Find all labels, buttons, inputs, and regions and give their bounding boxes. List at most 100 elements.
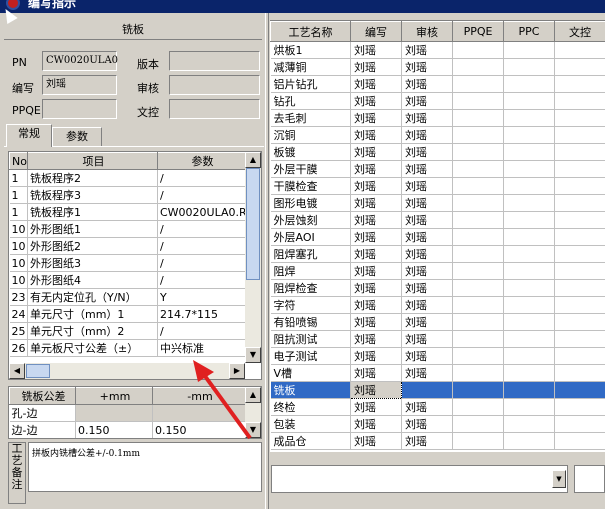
version-field[interactable] [169, 51, 260, 71]
process-cell[interactable] [452, 296, 504, 314]
process-cell[interactable] [452, 211, 504, 229]
process-cell[interactable] [452, 279, 504, 297]
table-row[interactable]: 25 单元尺寸（mm）2/ [9, 322, 246, 340]
process-cell[interactable]: 成品仓 [270, 432, 351, 450]
col-header-no[interactable]: No [9, 152, 28, 170]
tab-general[interactable]: 常规 [6, 124, 52, 147]
process-cell[interactable] [554, 330, 605, 348]
params-vscrollbar[interactable]: ▲ ▼ [245, 152, 261, 363]
process-combobox[interactable]: ▼ [271, 465, 568, 493]
param-value-cell[interactable]: / [157, 169, 246, 187]
process-cell[interactable]: 阻焊 [270, 262, 351, 280]
table-row[interactable]: 有铅喷锡 刘瑶 刘瑶 [270, 313, 605, 331]
process-cell[interactable] [452, 415, 504, 433]
pn-field[interactable]: CW0020ULA0 [42, 51, 118, 71]
process-cell[interactable]: 刘瑶 [350, 75, 402, 93]
table-row[interactable]: 边-边 0.150 0.150 [9, 421, 246, 438]
process-cell[interactable]: 刘瑶 [401, 75, 453, 93]
chevron-down-icon[interactable]: ▼ [552, 470, 566, 488]
process-cell[interactable]: 刘瑶 [401, 126, 453, 144]
table-row[interactable]: 1铣板程序1CW0020ULA0.ROU [9, 203, 246, 221]
process-cell[interactable]: 刘瑶 [350, 126, 402, 144]
param-no-cell[interactable]: 10 [9, 254, 28, 272]
process-cell[interactable] [452, 262, 504, 280]
process-cell[interactable] [503, 296, 555, 314]
process-cell[interactable] [452, 143, 504, 161]
process-cell[interactable] [452, 330, 504, 348]
process-cell[interactable]: 刘瑶 [401, 296, 453, 314]
hscroll-thumb[interactable] [26, 364, 50, 378]
process-cell[interactable]: 刘瑶 [401, 177, 453, 195]
process-cell[interactable] [554, 58, 605, 76]
process-cell[interactable]: 刘瑶 [401, 160, 453, 178]
process-cell[interactable] [554, 296, 605, 314]
col-header-ppqe[interactable]: PPQE [452, 21, 504, 42]
process-cell[interactable] [503, 415, 555, 433]
process-cell[interactable]: 刘瑶 [350, 398, 402, 416]
process-cell[interactable]: 刘瑶 [350, 228, 402, 246]
process-cell[interactable] [554, 126, 605, 144]
scroll-thumb[interactable] [246, 168, 260, 280]
process-cell[interactable] [452, 398, 504, 416]
process-cell[interactable]: 刘瑶 [401, 194, 453, 212]
col-header-process[interactable]: 工艺名称 [270, 21, 351, 42]
tol-header-minus[interactable]: -mm [152, 387, 246, 405]
process-cell[interactable]: 终检 [270, 398, 351, 416]
param-value-cell[interactable]: Y [157, 288, 246, 306]
process-cell[interactable] [554, 245, 605, 263]
process-cell[interactable] [452, 126, 504, 144]
tol-cell[interactable]: 边-边 [9, 421, 76, 438]
process-cell[interactable]: 干膜检查 [270, 177, 351, 195]
param-no-cell[interactable]: 1 [9, 186, 28, 204]
table-row[interactable]: 钻孔 刘瑶 刘瑶 [270, 92, 605, 110]
table-row[interactable]: 图形电镀 刘瑶 刘瑶 [270, 194, 605, 212]
process-cell[interactable]: 刘瑶 [350, 296, 402, 314]
param-no-cell[interactable]: 10 [9, 271, 28, 289]
process-cell[interactable]: 刘瑶 [401, 245, 453, 263]
process-cell[interactable]: 阻焊检查 [270, 279, 351, 297]
process-cell[interactable]: 刘瑶 [350, 245, 402, 263]
process-cell[interactable] [503, 160, 555, 178]
process-cell[interactable]: 刘瑶 [350, 432, 402, 450]
col-header-review[interactable]: 审核 [401, 21, 453, 42]
param-item-cell[interactable]: 外形图纸4 [27, 271, 158, 289]
table-row[interactable]: V槽 刘瑶 刘瑶 [270, 364, 605, 382]
process-cell[interactable]: 刘瑶 [350, 109, 402, 127]
table-row[interactable]: 阻焊塞孔 刘瑶 刘瑶 [270, 245, 605, 263]
process-cell[interactable]: 刘瑶 [350, 262, 402, 280]
param-item-cell[interactable]: 单元尺寸（mm）2 [27, 322, 158, 340]
param-item-cell[interactable]: 外形图纸3 [27, 254, 158, 272]
process-cell[interactable] [503, 279, 555, 297]
process-cell[interactable]: 刘瑶 [401, 313, 453, 331]
table-row[interactable]: 干膜检查 刘瑶 刘瑶 [270, 177, 605, 195]
process-cell[interactable] [503, 58, 555, 76]
table-row[interactable]: 阻焊 刘瑶 刘瑶 [270, 262, 605, 280]
process-cell[interactable] [554, 160, 605, 178]
process-cell[interactable]: 刘瑶 [401, 262, 453, 280]
process-cell[interactable] [503, 313, 555, 331]
process-cell[interactable]: 钻孔 [270, 92, 351, 110]
process-cell[interactable] [503, 126, 555, 144]
process-cell[interactable] [554, 211, 605, 229]
process-cell[interactable] [452, 245, 504, 263]
memo-textarea[interactable]: 拼板内铣槽公差+/-0.1mm [28, 442, 262, 492]
table-row[interactable]: 成品仓 刘瑶 刘瑶 [270, 432, 605, 450]
process-cell[interactable] [554, 143, 605, 161]
col-header-wencontrol[interactable]: 文控 [554, 21, 605, 42]
process-cell[interactable] [503, 364, 555, 382]
table-row[interactable]: 10 外形图纸3/ [9, 254, 246, 272]
process-cell[interactable]: 外层蚀刻 [270, 211, 351, 229]
process-cell[interactable] [503, 109, 555, 127]
process-cell[interactable] [452, 75, 504, 93]
process-cell[interactable] [503, 262, 555, 280]
scroll-up-icon[interactable]: ▲ [245, 387, 261, 403]
process-cell[interactable] [452, 177, 504, 195]
process-cell[interactable] [554, 41, 605, 59]
table-row[interactable]: 24 单元尺寸（mm）1 214.7*115 [9, 305, 246, 323]
table-row[interactable]: 外层AOI 刘瑶 刘瑶 [270, 228, 605, 246]
param-item-cell[interactable]: 铣板程序2 [27, 169, 158, 187]
process-cell[interactable]: 有铅喷锡 [270, 313, 351, 331]
param-no-cell[interactable]: 26 [9, 339, 28, 357]
process-cell[interactable] [554, 279, 605, 297]
process-cell[interactable] [452, 347, 504, 365]
